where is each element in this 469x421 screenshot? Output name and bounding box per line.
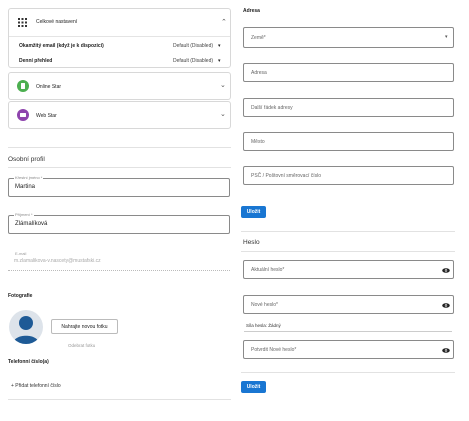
address2-placeholder: Další řádek adresy (251, 105, 293, 111)
country-select[interactable]: Země* ▾ (243, 27, 454, 48)
notify-row-label: Okamžitý email (když je k dispozici) (19, 43, 104, 49)
save-password-button[interactable]: Uložit (241, 381, 266, 393)
upload-photo-label: Nahrajte novou fotku (61, 323, 108, 330)
password-strength-label: Síla hesla: Žádný (246, 323, 281, 328)
city-placeholder: Město (251, 139, 265, 145)
online-star-icon (17, 80, 29, 92)
web-star-icon (17, 109, 29, 121)
last-name-field[interactable]: Příjmení * Zlámalíková (8, 212, 230, 234)
new-password-input[interactable]: Nové heslo* (243, 295, 454, 314)
confirm-password-placeholder: Potvrdit Nové heslo* (251, 347, 297, 353)
profile-divider-bottom (8, 167, 231, 168)
chevron-down-icon[interactable]: ▾ (218, 43, 221, 49)
eye-icon[interactable] (442, 348, 450, 353)
eye-icon[interactable] (442, 268, 450, 273)
email-label: E-mail (15, 251, 27, 256)
upload-photo-button[interactable]: Nahrajte novou fotku (51, 319, 118, 334)
profile-heading: Osobní profil (8, 156, 45, 163)
last-name-value: Zlámalíková (15, 221, 48, 227)
digest-row-value[interactable]: Default (Disabled) (173, 58, 213, 64)
web-star-panel[interactable]: Web Star ⌄ (8, 101, 231, 129)
general-settings-header[interactable]: Celkové nastavení ⌃ (9, 9, 230, 35)
online-star-title: Online Star (36, 84, 62, 90)
chevron-down-icon[interactable]: ⌄ (220, 110, 226, 118)
phones-divider (8, 399, 231, 400)
password-divider-end (241, 372, 455, 373)
first-name-label: Křestní jméno * (14, 175, 44, 180)
city-input[interactable]: Město (243, 132, 454, 151)
current-password-placeholder: Aktuální heslo* (251, 267, 285, 273)
digest-row-label: Denní přehled (19, 58, 53, 64)
first-name-value: Martina (15, 184, 36, 190)
general-settings-divider (9, 36, 230, 37)
general-settings-title: Celkové nastavení (36, 19, 78, 25)
new-password-placeholder: Nové heslo* (251, 302, 278, 308)
chevron-up-icon[interactable]: ⌃ (221, 18, 227, 26)
notify-row-value[interactable]: Default (Disabled) (173, 43, 213, 49)
chevron-down-icon: ▾ (445, 34, 448, 40)
password-divider-bottom (241, 251, 455, 252)
address-input[interactable]: Adresa (243, 63, 454, 82)
chevron-down-icon[interactable]: ⌄ (220, 81, 226, 89)
confirm-password-input[interactable]: Potvrdit Nové heslo* (243, 340, 454, 359)
password-heading: Heslo (243, 239, 260, 246)
person-icon (13, 316, 39, 344)
password-strength-bar (244, 331, 452, 332)
zip-placeholder: PSČ / Poštovní směrovací číslo (251, 173, 322, 179)
photo-heading: Fotografie (8, 293, 33, 299)
web-star-title: Web Star (36, 113, 57, 119)
current-password-input[interactable]: Aktuální heslo* (243, 260, 454, 279)
zip-input[interactable]: PSČ / Poštovní směrovací číslo (243, 166, 454, 185)
email-field: E-mail m.zlamalikova-v.nascety@mustafski… (8, 251, 230, 271)
last-name-label: Příjmení * (14, 212, 34, 217)
add-phone-link[interactable]: + Přidat telefonní číslo (11, 383, 61, 389)
password-divider-top (241, 231, 455, 232)
save-address-button[interactable]: Uložit (241, 206, 266, 218)
profile-divider-top (8, 147, 231, 148)
address-heading: Adresa (243, 8, 260, 14)
general-settings-panel: Celkové nastavení ⌃ Okamžitý email (když… (8, 8, 231, 68)
address-placeholder: Adresa (251, 70, 267, 76)
avatar (9, 310, 43, 344)
online-star-panel[interactable]: Online Star ⌄ (8, 72, 231, 100)
address2-input[interactable]: Další řádek adresy (243, 98, 454, 117)
country-placeholder: Země* (251, 35, 266, 41)
email-value: m.zlamalikova-v.nascety@mustafski.cz (14, 258, 101, 264)
eye-icon[interactable] (442, 303, 450, 308)
remove-photo-link[interactable]: Odebrat fotku (68, 343, 95, 348)
first-name-field[interactable]: Křestní jméno * Martina (8, 175, 230, 197)
phones-heading: Telefonní číslo(a) (8, 359, 49, 365)
chevron-down-icon[interactable]: ▾ (218, 58, 221, 64)
grid-icon (18, 18, 27, 27)
